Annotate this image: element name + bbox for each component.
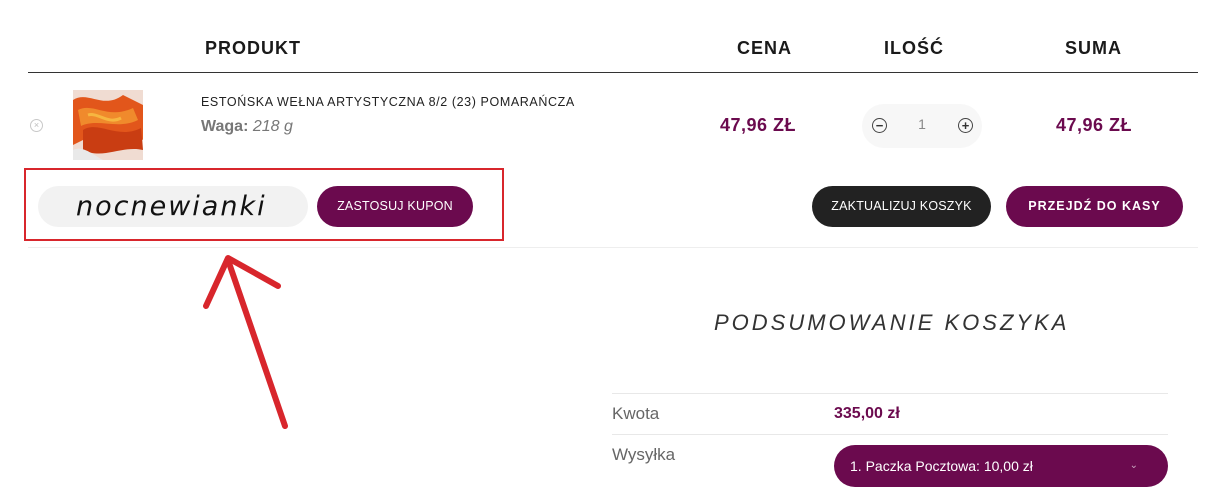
- header-total: SUMA: [1065, 38, 1122, 58]
- minus-circle-icon[interactable]: −: [872, 118, 887, 133]
- variant-label: Waga:: [201, 118, 249, 135]
- summary-divider: [612, 434, 1168, 435]
- checkout-button[interactable]: PRZEJDŹ DO KASY: [1006, 186, 1183, 227]
- summary-divider: [612, 393, 1168, 394]
- amount-label: Kwota: [612, 404, 660, 423]
- plus-circle-icon[interactable]: +: [958, 118, 973, 133]
- chevron-down-icon: ⌄: [1129, 460, 1138, 471]
- header-product: PRODUKT: [205, 38, 301, 58]
- cart-summary-title: PODSUMOWANIE KOSZYKA: [714, 310, 1070, 335]
- annotation-arrow-icon: [203, 255, 288, 429]
- quantity-value[interactable]: 1: [914, 116, 930, 132]
- product-price: 47,96 ZŁ: [720, 115, 797, 135]
- product-thumbnail[interactable]: [73, 90, 143, 160]
- variant-value: 218 g: [252, 118, 293, 135]
- quantity-stepper: − 1 +: [862, 104, 982, 148]
- product-subtotal: 47,96 ZŁ: [1056, 115, 1133, 135]
- header-divider: [28, 72, 1198, 73]
- header-quantity: ILOŚĆ: [884, 38, 945, 58]
- close-circle-icon[interactable]: ×: [30, 119, 43, 132]
- shipping-label: Wysyłka: [612, 445, 676, 464]
- amount-value: 335,00 zł: [834, 405, 900, 422]
- shipping-selected-option: 1. Paczka Pocztowa: 10,00 zł: [850, 458, 1033, 474]
- shipping-select[interactable]: 1. Paczka Pocztowa: 10,00 zł ⌄: [834, 445, 1168, 487]
- annotation-highlight-box: [24, 168, 504, 241]
- product-variant: Waga: 218 g: [201, 118, 293, 136]
- update-cart-button[interactable]: ZAKTUALIZUJ KOSZYK: [812, 186, 991, 227]
- header-price: CENA: [737, 38, 793, 58]
- product-name[interactable]: ESTOŃSKA WEŁNA ARTYSTYCZNA 8/2 (23) POMA…: [201, 95, 575, 109]
